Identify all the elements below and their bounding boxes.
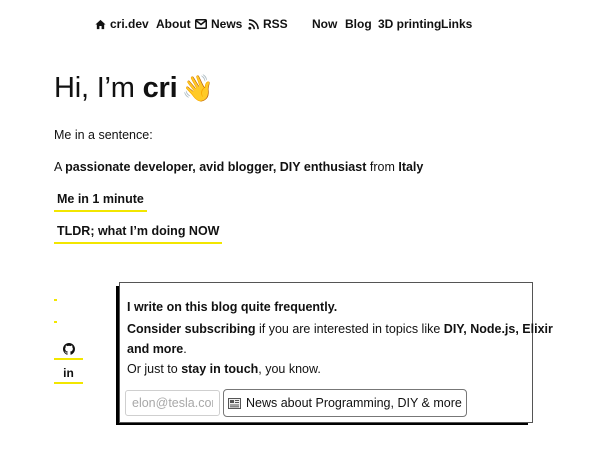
linkedin-link[interactable]: in — [54, 364, 83, 384]
nav-about-link[interactable]: About — [156, 16, 191, 32]
subscribe-line-2-text: if you are interested in topics like — [255, 322, 444, 336]
side-divider — [54, 299, 57, 301]
mail-icon — [195, 19, 207, 29]
subscribe-cta: Consider subscribing — [127, 322, 256, 336]
subscribe-headline: I write on this blog quite frequently. — [127, 300, 338, 314]
side-divider — [54, 321, 57, 323]
nav-home-label: cri.dev — [110, 17, 149, 31]
rss-icon — [248, 18, 259, 30]
subscribe-topics: DIY, Node.js, Elixir — [443, 322, 553, 336]
home-icon — [95, 19, 106, 29]
bio-roles: passionate developer, avid blogger, DIY … — [65, 160, 367, 174]
bio-sentence: A passionate developer, avid blogger, DI… — [54, 159, 423, 175]
email-field[interactable] — [125, 390, 220, 416]
subscribe-line-4-prefix: Or just to — [127, 362, 182, 376]
page-title: Hi, I’m cri 👋 — [54, 70, 214, 106]
subscribe-line-1: I write on this blog quite frequently. — [127, 299, 337, 315]
bio-prefix: A — [54, 160, 66, 174]
waving-hand-icon: 👋 — [181, 73, 214, 103]
subscribe-button[interactable]: News about Programming, DIY & more — [223, 389, 467, 417]
nav-blog-link[interactable]: Blog — [345, 16, 372, 32]
subscribe-line-3-text: . — [183, 342, 187, 356]
name-text: cri — [142, 72, 178, 104]
me-in-1-minute-link[interactable]: Me in 1 minute — [54, 191, 147, 212]
stay-in-touch-text: stay in touch — [181, 362, 259, 376]
newspaper-icon — [228, 397, 241, 409]
nav-home-link[interactable]: cri.dev — [95, 16, 149, 32]
tldr-now-link[interactable]: TLDR; what I’m doing NOW — [54, 223, 223, 244]
nav-news-link[interactable]: News — [195, 16, 242, 32]
subscribe-line-3: and more. — [127, 341, 187, 357]
github-icon — [62, 343, 75, 355]
nav-news-label: News — [211, 17, 243, 31]
subscribe-and-more: and more — [127, 342, 184, 356]
github-link[interactable] — [54, 340, 83, 360]
nav-3d-printing-link[interactable]: 3D printing — [378, 16, 441, 32]
nav-now-link[interactable]: Now — [312, 16, 337, 32]
nav-rss-label: RSS — [263, 17, 288, 31]
greeting-text: Hi, I’m — [54, 72, 143, 104]
nav-links-link[interactable]: Links — [441, 16, 472, 32]
subscribe-line-4-suffix: , you know. — [258, 362, 321, 376]
linkedin-icon: in — [63, 366, 74, 380]
subscribe-button-label: News about Programming, DIY & more — [246, 396, 462, 410]
intro-text: Me in a sentence: — [54, 128, 153, 142]
bio-middle: from — [366, 160, 399, 174]
subscribe-line-2: Consider subscribing if you are interest… — [127, 321, 553, 337]
top-nav: cri.dev About News RSS Now Blog 3D print… — [0, 16, 600, 32]
nav-rss-link[interactable]: RSS — [248, 16, 288, 32]
subscribe-line-4: Or just to stay in touch, you know. — [127, 361, 321, 377]
bio-country: Italy — [398, 160, 424, 174]
subscribe-box: I write on this blog quite frequently. C… — [119, 282, 553, 423]
